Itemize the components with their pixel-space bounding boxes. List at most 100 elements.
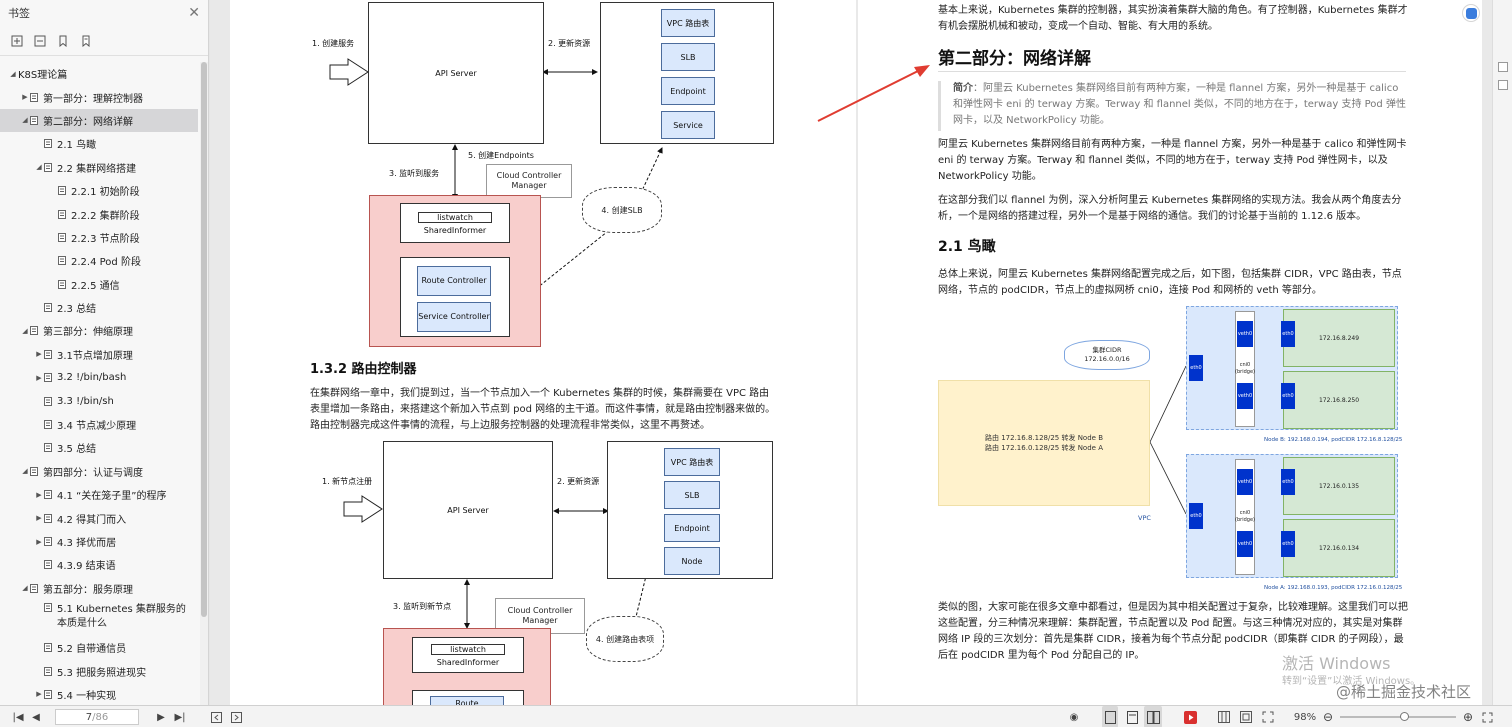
toc-item[interactable]: 2.2.4 Pod 阶段 — [0, 249, 198, 272]
toc-item[interactable]: ◢ 第二部分：网络详解 — [0, 108, 198, 133]
expand-toggle-icon[interactable]: ◢ — [34, 163, 44, 171]
columns-icon[interactable] — [1216, 706, 1232, 727]
para-1: 阿里云 Kubernetes 集群网络目前有两种方案，一种是 flannel 方… — [938, 139, 1407, 182]
two-page-view-icon[interactable] — [1144, 706, 1162, 727]
bookmark-icon[interactable] — [79, 34, 92, 47]
bookmark-icon — [44, 490, 52, 500]
prev-view-icon[interactable] — [209, 706, 223, 727]
toc-item-label: 4.1 “关在笼子里”的程序 — [57, 491, 167, 503]
continuous-view-icon[interactable] — [1124, 706, 1140, 727]
toc-item[interactable]: 4.3.9 结束语 — [0, 553, 198, 576]
toc-item[interactable]: 3.3 !/bin/sh — [0, 389, 198, 412]
toc-item[interactable]: ◢ 第五部分：服务原理 — [0, 577, 198, 600]
toc-item[interactable]: 2.3 总结 — [0, 296, 198, 319]
expand-toggle-icon[interactable]: ◢ — [20, 116, 30, 124]
toc-item[interactable]: 3.5 总结 — [0, 436, 198, 459]
next-view-icon[interactable] — [229, 706, 243, 727]
d2-api-server-label: API Server — [447, 505, 489, 515]
toc-item[interactable]: ◢ 第四部分：认证与调度 — [0, 460, 198, 483]
toc-item[interactable]: 5.3 把服务照进现实 — [0, 659, 198, 682]
d1-resource-3: Service — [661, 111, 715, 139]
fit-window-icon[interactable] — [1480, 706, 1494, 727]
sidebar-scrollbar[interactable] — [200, 62, 208, 705]
node-a-veth0-b: veth0 — [1237, 531, 1253, 557]
toc-item[interactable]: 2.2.5 通信 — [0, 273, 198, 296]
fit-page-icon[interactable] — [1498, 62, 1508, 72]
bookmark-icon — [44, 643, 52, 653]
expand-toggle-icon[interactable]: ▶ — [34, 350, 44, 358]
expand-toggle-icon[interactable]: ◢ — [20, 584, 30, 592]
d2-resource-3: Node — [664, 547, 720, 575]
toc-item[interactable]: 2.2.2 集群阶段 — [0, 202, 198, 225]
collapse-all-icon[interactable] — [33, 34, 46, 47]
expand-toggle-icon[interactable]: ◢ — [20, 467, 30, 475]
toc-item[interactable]: ▶ 3.1节点增加原理 — [0, 343, 198, 366]
zoom-slider-thumb[interactable] — [1400, 712, 1409, 721]
toc-item[interactable]: ▶ 4.1 “关在笼子里”的程序 — [0, 483, 198, 506]
d2-informer: SharedInformer — [436, 657, 500, 667]
single-page-view-icon[interactable] — [1102, 706, 1118, 727]
toc-item[interactable]: ◢ K8S理论篇 — [0, 62, 198, 85]
vpc-label: VPC — [1138, 514, 1151, 522]
d1-resource-2: Endpoint — [661, 77, 715, 105]
translate-float-button[interactable] — [1462, 4, 1480, 22]
toc-item[interactable]: 2.1 鸟瞰 — [0, 132, 198, 155]
play-icon[interactable] — [1182, 706, 1198, 727]
toc-item[interactable]: 5.2 自带通信员 — [0, 636, 198, 659]
close-icon[interactable]: ✕ — [188, 5, 200, 21]
fullscreen-icon[interactable] — [1260, 706, 1276, 727]
expand-toggle-icon[interactable]: ▶ — [34, 690, 44, 698]
expand-toggle-icon[interactable]: ▶ — [34, 491, 44, 499]
toc-item-label: 3.2 !/bin/bash — [57, 372, 127, 384]
bookmark-icon — [44, 443, 52, 453]
bookmark-icon — [58, 232, 66, 242]
add-bookmark-icon[interactable] — [56, 34, 69, 47]
zoom-in-icon[interactable]: ⊕ — [1462, 706, 1474, 727]
d2-step4-cloud: 4. 创建路由表项 — [586, 616, 664, 662]
toc-item[interactable]: 2.2.1 初始阶段 — [0, 179, 198, 202]
zoom-slider[interactable] — [1340, 712, 1456, 721]
prev-page-icon[interactable]: ◀ — [30, 706, 42, 727]
expand-toggle-icon[interactable]: ◢ — [20, 327, 30, 335]
toc-item[interactable]: ▶ 4.3 择优而居 — [0, 530, 198, 553]
toc-item[interactable]: ▶ 5.4 一种实现 — [0, 683, 198, 705]
d1-resource-1: SLB — [661, 43, 715, 71]
last-page-icon[interactable]: ▶| — [173, 706, 187, 727]
d2-resource-0: VPC 路由表 — [664, 448, 720, 476]
expand-toggle-icon[interactable]: ▶ — [34, 538, 44, 546]
toc-item[interactable]: ◢ 第三部分：伸缩原理 — [0, 319, 198, 342]
toc-item[interactable]: ▶ 3.2 !/bin/bash — [0, 366, 198, 389]
toc-item[interactable]: 3.4 节点减少原理 — [0, 413, 198, 436]
cluster-cidr-value: 172.16.0.0/16 — [1084, 355, 1130, 363]
toc-item[interactable]: ◢ 2.2 集群网络搭建 — [0, 156, 198, 179]
next-page-icon[interactable]: ▶ — [155, 706, 167, 727]
bookmark-icon — [58, 209, 66, 219]
expand-toggle-icon[interactable]: ▶ — [20, 93, 30, 101]
page-number-input[interactable]: 7/86 — [55, 709, 139, 725]
bookmark-icon — [44, 396, 52, 406]
node-a-pod-1: 172.16.0.135 — [1283, 457, 1395, 515]
toc-item[interactable]: ▶ 4.2 得其门而入 — [0, 506, 198, 529]
first-page-icon[interactable]: |◀ — [12, 706, 24, 727]
fit-width-icon[interactable] — [1498, 80, 1508, 90]
expand-toggle-icon[interactable]: ▶ — [34, 514, 44, 522]
toc-item[interactable]: ▶ 第一部分：理解控制器 — [0, 85, 198, 108]
node-b: eth0 cni0 (bridge) veth0 veth0 172.16.8.… — [1186, 306, 1398, 430]
intro-text: 基本上来说，Kubernetes 集群的控制器，其实扮演着集群大脑的角色。有了控… — [938, 5, 1408, 32]
d1-api-server-label: API Server — [435, 68, 477, 78]
cluster-cidr-cloud: 集群CIDR 172.16.0.0/16 — [1064, 340, 1150, 370]
zoom-level[interactable]: 98% — [1292, 706, 1318, 727]
expand-toggle-icon[interactable]: ◢ — [8, 70, 18, 78]
sidebar-title: 书签 — [8, 7, 30, 20]
expand-toggle-icon[interactable]: ▶ — [34, 374, 44, 382]
node-b-pod-1: 172.16.8.249 — [1283, 309, 1395, 367]
zoom-out-icon[interactable]: ⊖ — [1322, 706, 1334, 727]
sidebar-scrollbar-thumb[interactable] — [201, 62, 207, 617]
d1-route-controller: Route Controller — [417, 266, 491, 296]
fit-icon[interactable] — [1238, 706, 1254, 727]
d2-resource-1: SLB — [664, 481, 720, 509]
expand-all-icon[interactable] — [10, 34, 23, 47]
toc-item[interactable]: 5.1 Kubernetes 集群服务的本质是什么 — [0, 600, 198, 636]
toc-item[interactable]: 2.2.3 节点阶段 — [0, 226, 198, 249]
eye-protect-icon[interactable]: ◉ — [1066, 706, 1082, 727]
